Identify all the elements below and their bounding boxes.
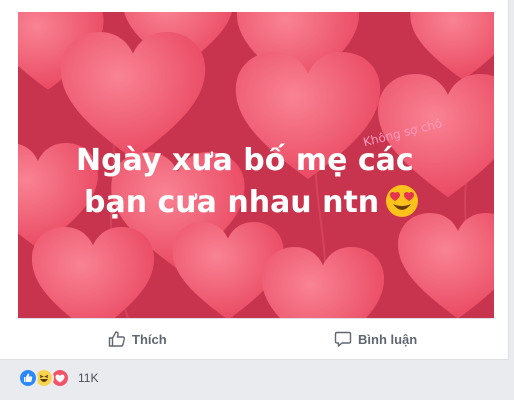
reaction-count[interactable]: 11K [78, 371, 98, 385]
post-card: Không sợ chó Ngày xưa bố mẹ các bạn cưa … [0, 0, 509, 388]
post-actions-bar: Thích Bình luận [18, 318, 494, 359]
heart-eyes-emoji-icon [386, 185, 419, 217]
image-caption-line-1: Ngày xưa bố mẹ các [76, 143, 414, 178]
image-caption: Ngày xưa bố mẹ các bạn cưa nhau ntn [76, 140, 456, 224]
comment-button-label: Bình luận [358, 331, 418, 347]
post-image[interactable]: Không sợ chó Ngày xưa bố mẹ các bạn cưa … [18, 12, 494, 318]
like-button-label: Thích [132, 331, 167, 347]
speech-bubble-icon [334, 331, 352, 347]
thumbs-up-outline-icon [108, 331, 126, 347]
like-reaction-icon [18, 368, 38, 388]
comment-button[interactable]: Bình luận [334, 319, 417, 359]
like-button[interactable]: Thích [108, 319, 167, 359]
image-caption-line-2-text: bạn cưa nhau ntn [84, 185, 380, 220]
image-caption-line-2: bạn cưa nhau ntn [76, 182, 456, 224]
reaction-icons [18, 368, 70, 388]
reactions-summary[interactable]: 11K [18, 366, 98, 390]
